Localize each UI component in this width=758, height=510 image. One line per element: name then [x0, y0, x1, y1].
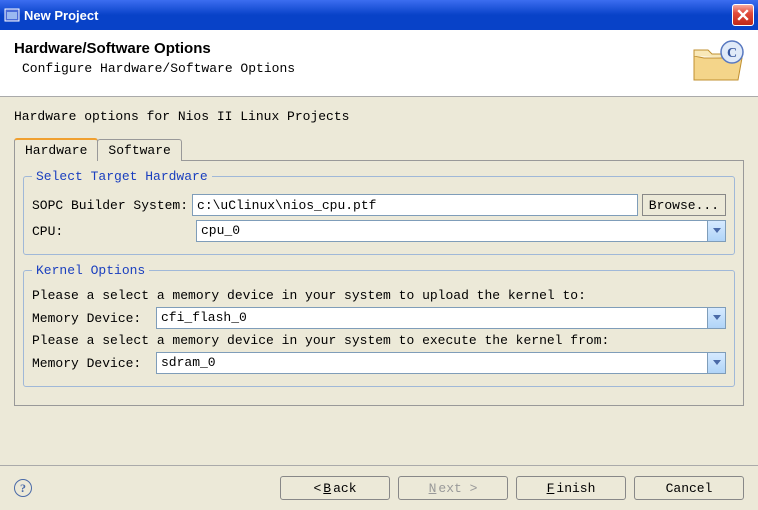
- sopc-label: SOPC Builder System:: [32, 198, 188, 213]
- help-icon: ?: [20, 481, 26, 496]
- fieldset-target-hardware: Select Target Hardware SOPC Builder Syst…: [23, 169, 735, 255]
- intro-text: Hardware options for Nios II Linux Proje…: [14, 109, 744, 124]
- finish-ul: F: [547, 481, 555, 496]
- cpu-label: CPU:: [32, 224, 192, 239]
- help-button[interactable]: ?: [14, 479, 32, 497]
- chevron-down-icon: [707, 308, 725, 328]
- title-bar: New Project: [0, 0, 758, 30]
- kernel-upload-text: Please a select a memory device in your …: [32, 288, 726, 303]
- close-icon: [737, 9, 749, 21]
- back-button[interactable]: < Back: [280, 476, 390, 500]
- close-button[interactable]: [732, 4, 754, 26]
- back-ul: B: [323, 481, 331, 496]
- dialog-body: Hardware options for Nios II Linux Proje…: [0, 97, 758, 412]
- browse-button[interactable]: Browse...: [642, 194, 726, 216]
- cpu-combo[interactable]: cpu_0: [196, 220, 726, 242]
- dialog-header: Hardware/Software Options Configure Hard…: [0, 30, 758, 97]
- mem-exec-value: sdram_0: [157, 353, 707, 373]
- chevron-down-icon: [707, 221, 725, 241]
- folder-c-icon: C: [690, 40, 744, 86]
- next-button: Next >: [398, 476, 508, 500]
- sopc-input[interactable]: [192, 194, 638, 216]
- mem-upload-label: Memory Device:: [32, 311, 152, 326]
- svg-text:C: C: [727, 46, 737, 61]
- mem-upload-combo[interactable]: cfi_flash_0: [156, 307, 726, 329]
- next-rest: ext >: [438, 481, 477, 496]
- cpu-value: cpu_0: [197, 221, 707, 241]
- legend-target-hardware: Select Target Hardware: [32, 169, 212, 184]
- page-subtitle: Configure Hardware/Software Options: [14, 61, 690, 76]
- tab-software[interactable]: Software: [97, 139, 181, 161]
- tab-panel-hardware: Select Target Hardware SOPC Builder Syst…: [14, 160, 744, 406]
- finish-button[interactable]: Finish: [516, 476, 626, 500]
- chevron-down-icon: [707, 353, 725, 373]
- kernel-exec-text: Please a select a memory device in your …: [32, 333, 726, 348]
- fieldset-kernel-options: Kernel Options Please a select a memory …: [23, 263, 735, 387]
- dialog-footer: ? < Back Next > Finish Cancel: [0, 465, 758, 510]
- next-ul: N: [429, 481, 437, 496]
- mem-upload-value: cfi_flash_0: [157, 308, 707, 328]
- app-icon: [4, 7, 20, 23]
- page-title: Hardware/Software Options: [14, 40, 690, 57]
- window-title: New Project: [24, 8, 732, 23]
- tab-row: Hardware Software: [14, 138, 744, 161]
- back-prefix: <: [313, 481, 321, 496]
- cancel-button[interactable]: Cancel: [634, 476, 744, 500]
- mem-exec-label: Memory Device:: [32, 356, 152, 371]
- back-rest: ack: [333, 481, 356, 496]
- finish-rest: inish: [556, 481, 595, 496]
- legend-kernel-options: Kernel Options: [32, 263, 149, 278]
- tab-hardware[interactable]: Hardware: [14, 138, 98, 161]
- mem-exec-combo[interactable]: sdram_0: [156, 352, 726, 374]
